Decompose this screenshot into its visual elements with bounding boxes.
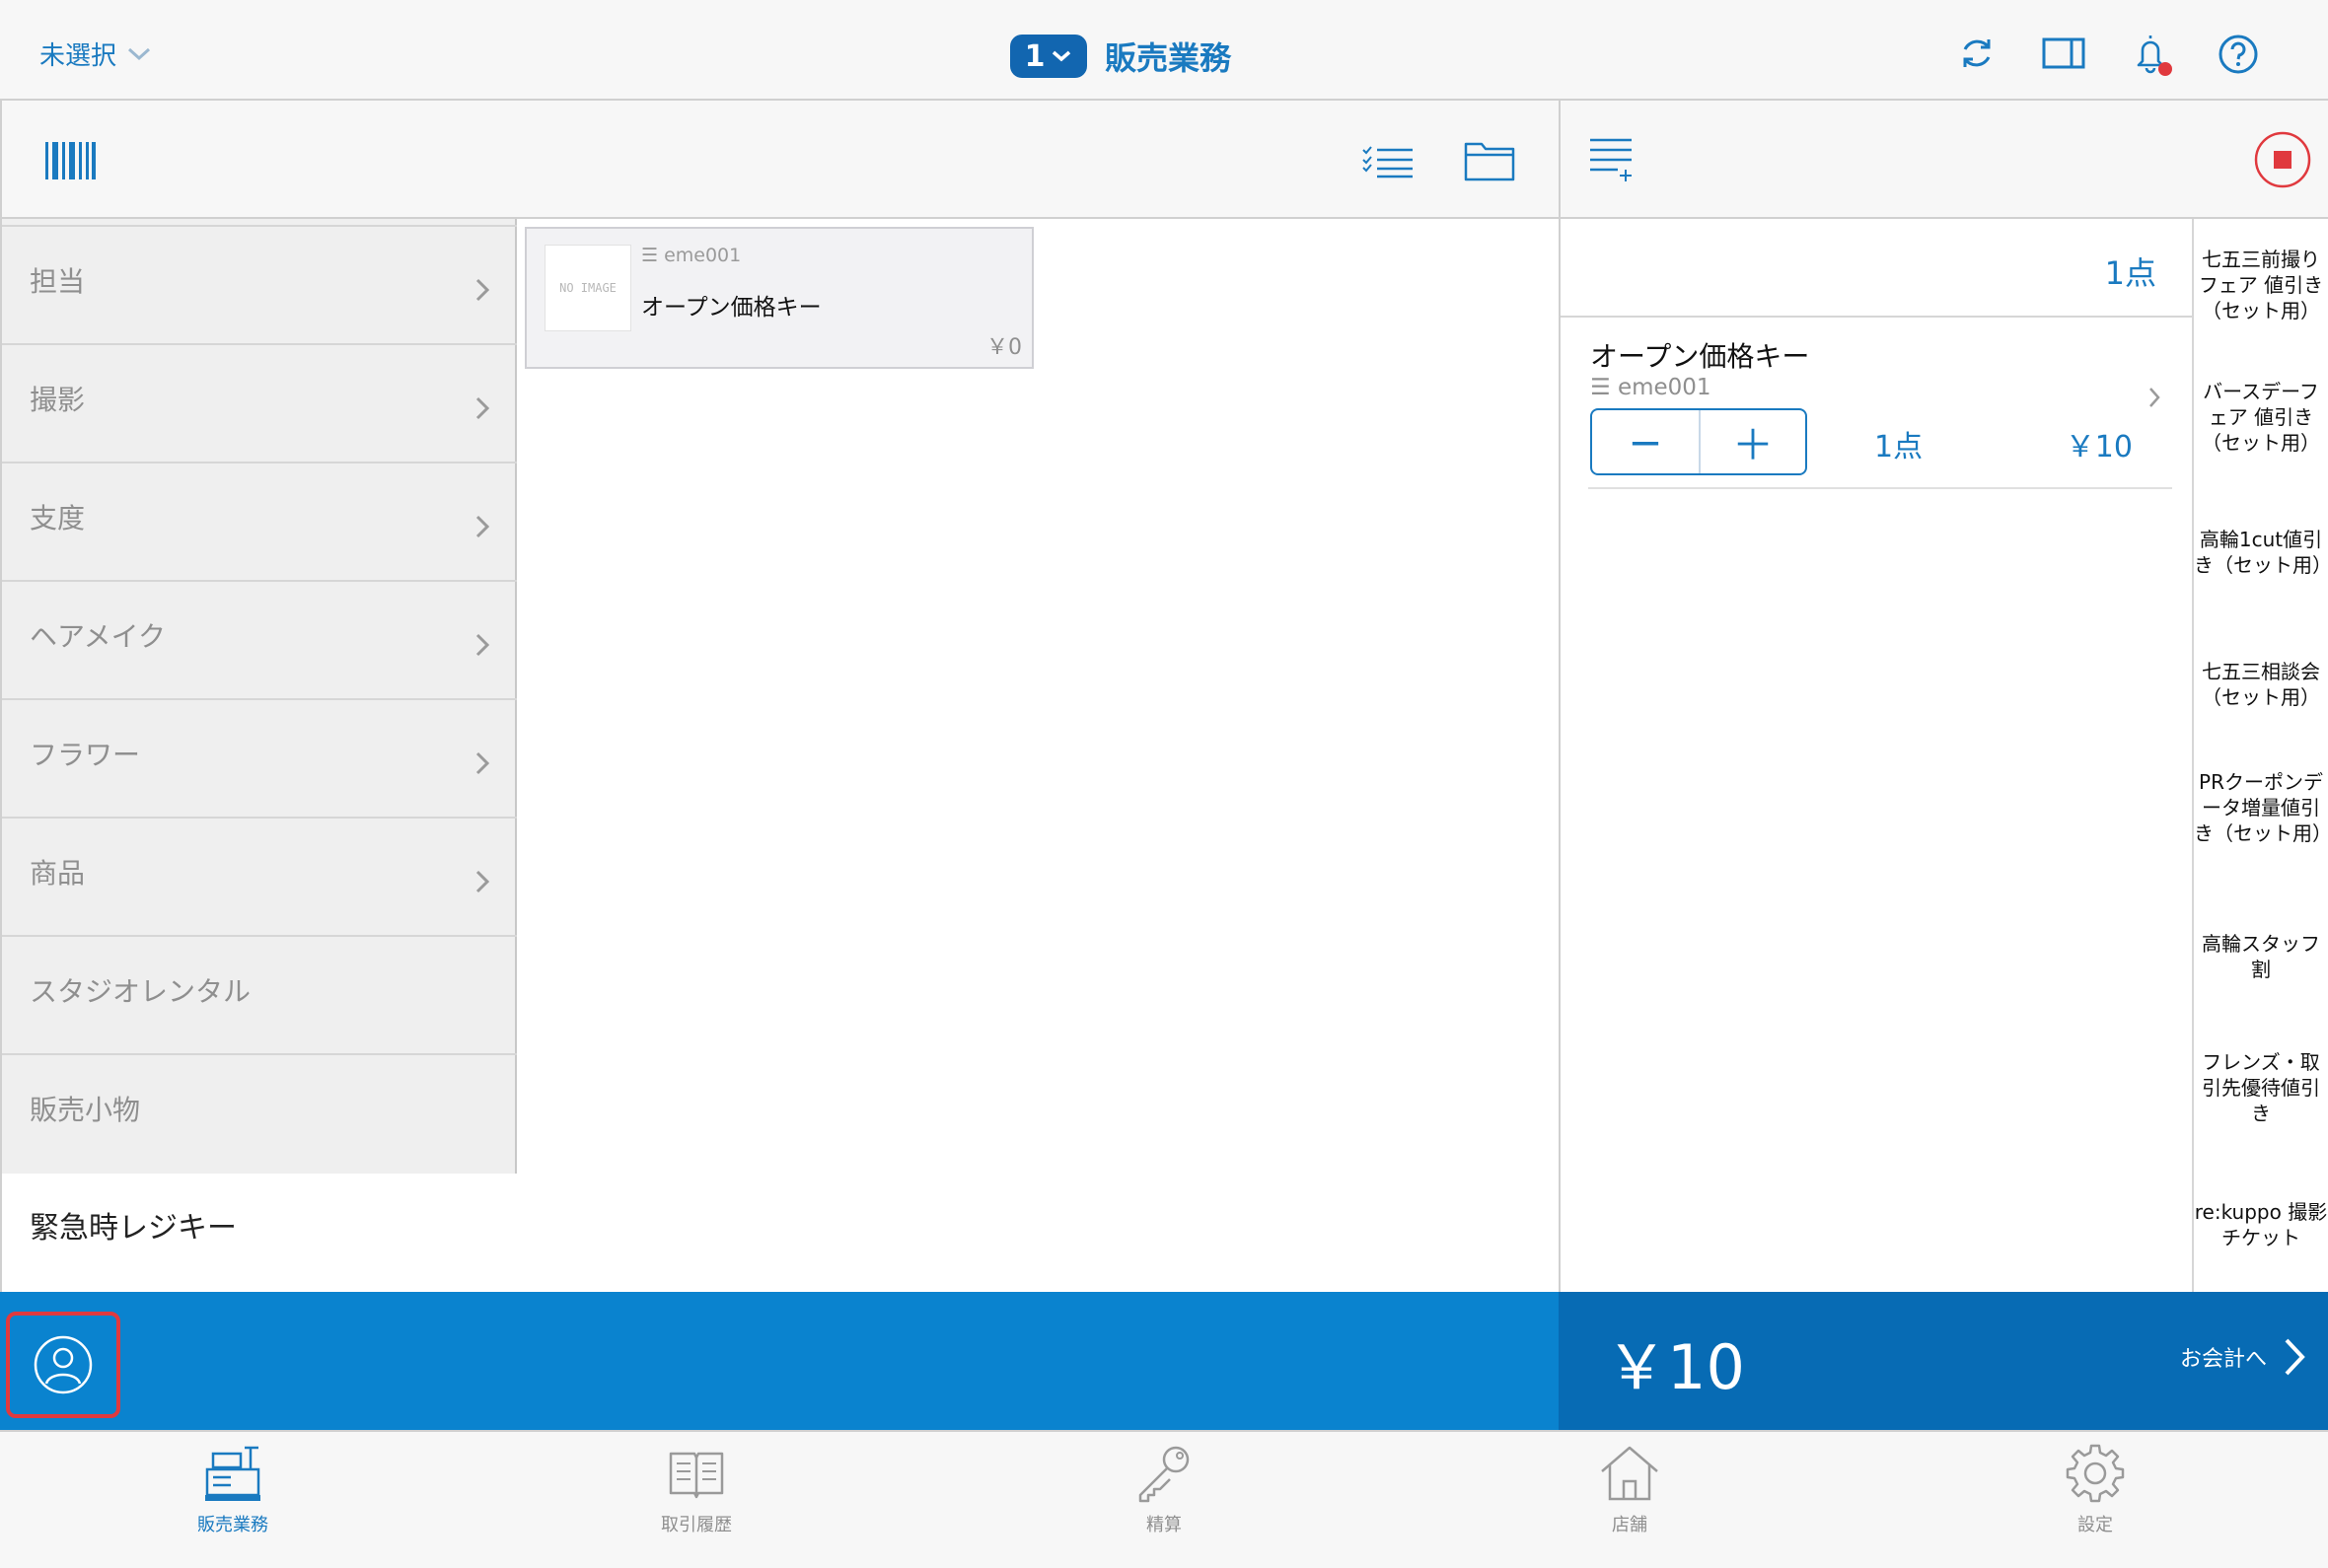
tab-label: 取引履歴	[661, 1515, 732, 1535]
layout-panel-icon[interactable]	[2042, 34, 2085, 73]
category-label: 販売小物	[30, 1094, 141, 1126]
tab-sales[interactable]: 販売業務	[154, 1442, 312, 1560]
increment-button[interactable]: ＋	[1699, 410, 1805, 473]
category-label: 支度	[30, 502, 86, 535]
register-title: 1 販売業務	[1010, 34, 1231, 79]
add-to-list-icon[interactable]	[1588, 134, 1634, 183]
quantity-stepper: − ＋	[1590, 408, 1807, 475]
discount-button[interactable]: フレンズ・取引先優待値引き	[2194, 1049, 2328, 1126]
stop-recording-icon[interactable]	[2253, 130, 2312, 189]
help-icon[interactable]	[2218, 34, 2259, 75]
product-image-placeholder: NO IMAGE	[545, 245, 631, 331]
top-bar: 未選択 1 販売業務	[0, 0, 2328, 101]
notification-bell-icon[interactable]	[2131, 32, 2176, 77]
chevron-right-icon	[475, 633, 489, 657]
register-icon	[205, 1446, 260, 1501]
product-card[interactable]: NO IMAGE ☰ eme001 オープン価格キー ￥0	[525, 227, 1034, 369]
discount-button[interactable]: re:kuppo 撮影チケット	[2194, 1199, 2328, 1250]
chevron-right-icon	[475, 870, 489, 893]
tab-label: 販売業務	[197, 1515, 268, 1535]
category-item[interactable]: フラワー	[2, 698, 517, 817]
category-label: フラワー	[30, 739, 141, 771]
decrement-button[interactable]: −	[1592, 410, 1699, 473]
product-price: ￥0	[986, 335, 1022, 360]
tab-store[interactable]: 店舗	[1551, 1442, 1709, 1560]
list-icon: ☰	[1590, 375, 1618, 400]
product-toolbar	[0, 101, 1559, 219]
cart-toolbar	[1559, 101, 2328, 219]
emergency-register-key[interactable]: 緊急時レジキー	[0, 1174, 517, 1292]
product-name: オープン価格キー	[641, 295, 822, 321]
chevron-right-icon	[475, 396, 489, 420]
emergency-register-label: 緊急時レジキー	[30, 1211, 237, 1246]
category-item[interactable]: 商品	[2, 817, 517, 935]
line-item-quantity: 1点	[1874, 430, 1924, 464]
line-item-price: ￥10	[2065, 430, 2133, 464]
gear-icon	[2066, 1444, 2125, 1503]
checkout-label: お会計へ	[2179, 1347, 2267, 1372]
checkout-bar[interactable]: ￥10 お会計へ	[1559, 1292, 2328, 1430]
chevron-right-icon	[475, 751, 489, 775]
category-label: ヘアメイク	[30, 620, 167, 653]
list-icon: ☰	[641, 245, 665, 266]
category-label: 担当	[30, 265, 86, 298]
checklist-icon[interactable]	[1361, 144, 1415, 179]
cart-panel: 1点 オープン価格キー ☰ eme001 − ＋ 1点 ￥10	[1559, 219, 2194, 1292]
discount-button[interactable]: 高輪スタッフ割	[2194, 931, 2328, 982]
user-profile-icon	[34, 1335, 93, 1394]
category-list: 担当 撮影 支度 ヘアメイク フラワー 商品 スタジオレンタル 販売小物	[0, 219, 517, 1174]
tab-settlement[interactable]: 精算	[1085, 1442, 1243, 1560]
product-grid: NO IMAGE ☰ eme001 オープン価格キー ￥0	[517, 219, 1559, 1292]
book-icon	[669, 1452, 724, 1499]
register-switcher[interactable]: 1	[1010, 35, 1087, 78]
checkout-button[interactable]: お会計へ	[2180, 1337, 2306, 1377]
tab-history[interactable]: 取引履歴	[618, 1442, 775, 1560]
barcode-icon[interactable]	[43, 140, 97, 181]
category-item[interactable]: ヘアメイク	[2, 580, 517, 698]
category-item[interactable]: スタジオレンタル	[2, 935, 517, 1053]
discount-button[interactable]: 高輪1cut値引き（セット用）	[2194, 527, 2328, 578]
line-item-name: オープン価格キー	[1590, 340, 1810, 373]
category-label: スタジオレンタル	[30, 975, 252, 1008]
cart-item-count: 1点	[2104, 254, 2156, 292]
customer-bar	[0, 1292, 1559, 1430]
page-title: 販売業務	[1105, 39, 1232, 77]
chevron-down-icon	[1053, 50, 1071, 62]
key-icon	[1138, 1446, 1190, 1503]
chevron-down-icon	[128, 47, 151, 60]
tab-label: 精算	[1146, 1515, 1182, 1535]
discount-button[interactable]: 七五三前撮りフェア 値引き（セット用）	[2194, 247, 2328, 323]
store-selector-label: 未選択	[39, 41, 117, 71]
category-item[interactable]: 支度	[2, 462, 517, 580]
folder-icon[interactable]	[1464, 138, 1515, 181]
tab-label: 設定	[2077, 1515, 2113, 1535]
chevron-right-icon	[475, 278, 489, 302]
total-amount: ￥10	[1606, 1331, 1745, 1403]
chevron-right-icon	[2285, 1338, 2305, 1376]
chevron-right-icon[interactable]	[2148, 387, 2160, 408]
store-selector[interactable]: 未選択	[39, 36, 152, 72]
customer-button[interactable]	[6, 1312, 120, 1418]
cart-summary: 1点	[1561, 219, 2194, 318]
category-item[interactable]: 撮影	[2, 343, 517, 462]
refresh-icon[interactable]	[1957, 34, 1997, 73]
product-code: ☰ eme001	[641, 245, 742, 266]
discount-button[interactable]: バースデーフェア 値引き（セット用）	[2194, 379, 2328, 456]
line-item-code: ☰ eme001	[1590, 375, 1711, 400]
tab-label: 店舗	[1612, 1515, 1647, 1535]
category-item[interactable]: 担当	[2, 225, 517, 343]
cart-line-item[interactable]: オープン価格キー ☰ eme001 − ＋ 1点 ￥10	[1588, 318, 2172, 489]
tab-settings[interactable]: 設定	[2016, 1442, 2174, 1560]
store-icon	[1601, 1446, 1658, 1501]
tab-bar: 販売業務 取引履歴 精算 店舗 設定	[0, 1430, 2328, 1568]
register-number: 1	[1024, 38, 1046, 74]
chevron-right-icon	[475, 515, 489, 538]
discount-button[interactable]: 七五三相談会（セット用）	[2194, 659, 2328, 710]
category-label: 撮影	[30, 384, 86, 416]
category-label: 商品	[30, 857, 86, 890]
discount-list: 七五三前撮りフェア 値引き（セット用） バースデーフェア 値引き（セット用） 高…	[2192, 219, 2328, 1292]
discount-button[interactable]: PRクーポンデータ増量値引き（セット用）	[2194, 769, 2328, 846]
category-item[interactable]: 販売小物	[2, 1053, 517, 1172]
